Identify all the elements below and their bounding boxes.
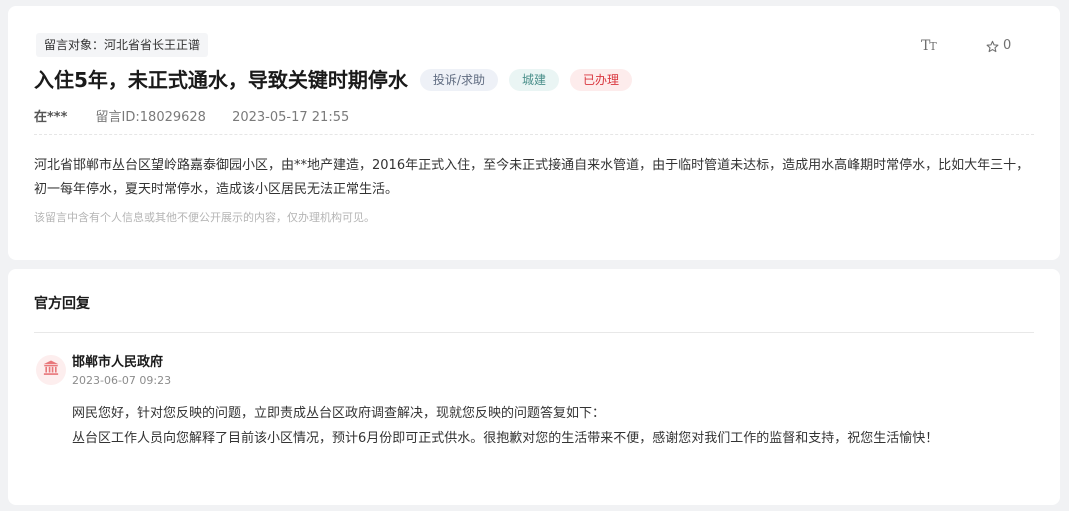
reply-card: 官方回复 邯郸市人民政府 2023-06-07 09:23 网民您好，针对您反映…: [8, 269, 1060, 505]
message-author: 在***: [34, 110, 68, 125]
message-target-tag: 留言对象：河北省省长王正谱: [36, 33, 209, 57]
government-building-icon: [42, 359, 60, 381]
message-meta: 在*** 留言ID:18029628 2023-05-17 21:55: [34, 108, 349, 128]
avatar: [36, 355, 66, 385]
title-row: 入住5年，未正式通水，导致关键时期停水 投诉/求助 城建 已办理: [34, 66, 643, 94]
badge-message-type: 投诉/求助: [419, 69, 498, 91]
status-badge: 已办理: [569, 69, 632, 91]
meta-divider: [34, 134, 1034, 135]
badge-domain: 城建: [508, 69, 559, 91]
reply-organization: 邯郸市人民政府: [72, 355, 164, 370]
star-icon: [986, 40, 999, 53]
font-size-button[interactable]: TT: [921, 37, 937, 56]
reply-body: 网民您好，针对您反映的问题，立即责成丛台区政府调查解决，现就您反映的问题答复如下…: [72, 401, 1032, 451]
like-button[interactable]: 0: [986, 37, 1011, 55]
privacy-note: 该留言中含有个人信息或其他不便公开展示的内容，仅办理机构可见。: [34, 211, 375, 224]
message-title: 入住5年，未正式通水，导致关键时期停水: [34, 68, 408, 92]
reply-line: 网民您好，针对您反映的问题，立即责成丛台区政府调查解决，现就您反映的问题答复如下…: [72, 406, 606, 421]
reply-heading: 官方回复: [34, 296, 90, 312]
message-id: 留言ID:18029628: [95, 110, 206, 125]
like-count: 0: [1003, 38, 1012, 53]
font-size-icon: TT: [921, 38, 937, 54]
message-datetime: 2023-05-17 21:55: [232, 110, 350, 125]
reply-divider: [34, 332, 1034, 333]
reply-datetime: 2023-06-07 09:23: [72, 374, 172, 387]
message-body: 河北省邯郸市丛台区望岭路嘉泰御园小区，由**地产建造，2016年正式入住，至今未…: [34, 158, 1030, 197]
message-card: 留言对象：河北省省长王正谱 TT 0 入住5年，未正式通水，导致关键时期停水 投…: [8, 6, 1060, 260]
reply-line: 丛台区工作人员向您解释了目前该小区情况，预计6月份即可正式供水。很抱歉对您的生活…: [72, 431, 939, 446]
